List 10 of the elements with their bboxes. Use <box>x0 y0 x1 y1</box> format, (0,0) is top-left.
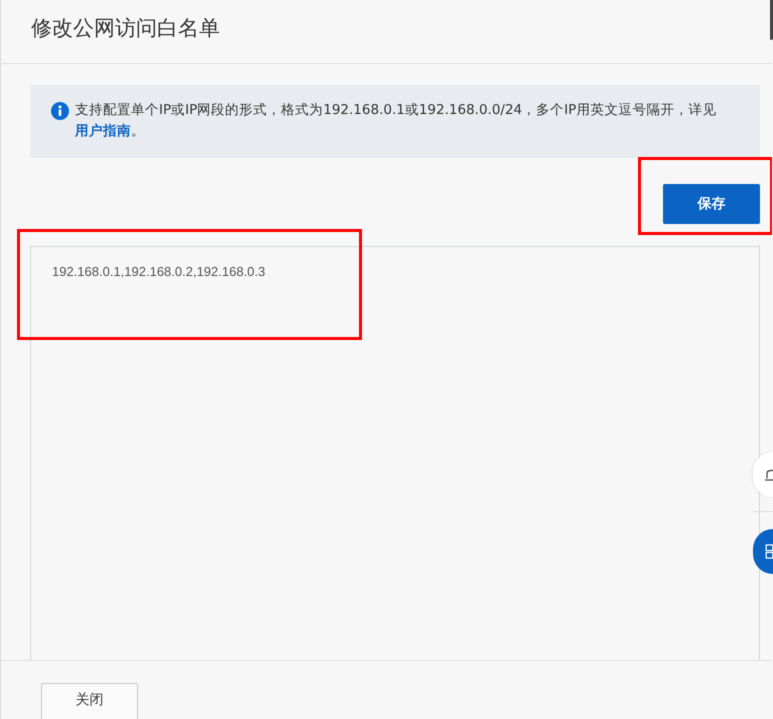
ip-whitelist-field[interactable]: 192.168.0.1,192.168.0.2,192.168.0.3 <box>30 246 760 660</box>
user-guide-link[interactable]: 用户指南 <box>75 123 131 139</box>
close-button[interactable]: 关闭 <box>41 683 138 719</box>
notice-text: 支持配置单个IP或IP网段的形式，格式为192.168.0.1或192.168.0.0/24，多个IP用英文逗号隔开，详见 用户指南。 <box>75 101 718 141</box>
save-button[interactable]: 保存 <box>663 184 760 224</box>
grid-icon <box>765 544 773 559</box>
dialog-title: 修改公网访问白名单 <box>31 14 220 42</box>
info-icon <box>51 102 69 120</box>
bell-icon <box>765 467 773 482</box>
scrollbar-thumb[interactable] <box>770 0 773 40</box>
